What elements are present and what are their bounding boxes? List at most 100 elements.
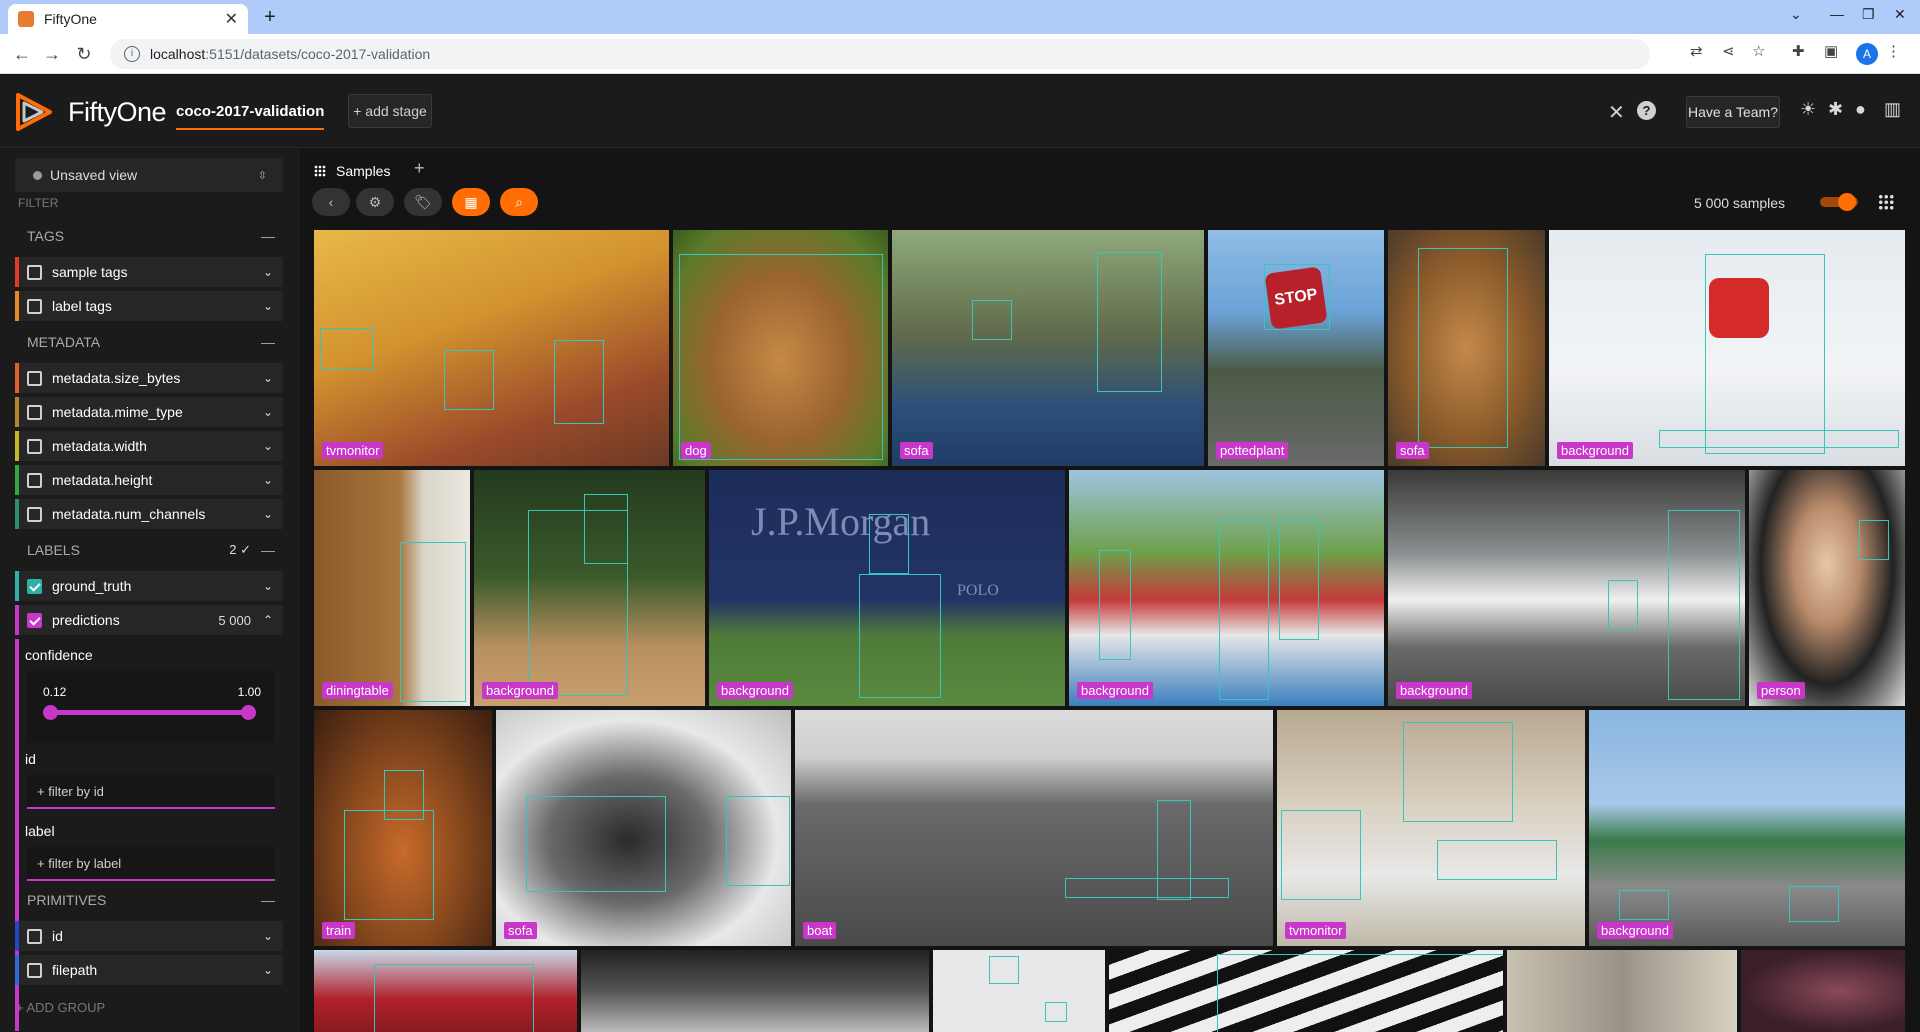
sample-tile[interactable]: diningtable xyxy=(314,470,470,706)
slider-min-handle[interactable] xyxy=(43,705,58,720)
collapse-icon[interactable]: — xyxy=(261,334,275,350)
sample-tile[interactable]: boat xyxy=(795,710,1273,946)
chevron-down-icon[interactable]: ⌄ xyxy=(263,299,273,313)
fiftyone-logo-icon[interactable] xyxy=(14,91,56,133)
sidebar-item-ground-truth[interactable]: ground_truth ⌄ xyxy=(15,571,283,601)
forward-icon[interactable]: → xyxy=(40,42,64,66)
sample-tile[interactable]: STOP pottedplant xyxy=(1208,230,1384,466)
back-icon[interactable]: ‹ xyxy=(312,188,350,216)
chevron-down-icon[interactable]: ⌄ xyxy=(263,405,273,419)
slider-handle[interactable] xyxy=(1838,193,1856,211)
checkbox[interactable] xyxy=(27,928,42,944)
chevron-down-icon[interactable]: ⌄ xyxy=(263,473,273,487)
collapse-icon[interactable]: — xyxy=(261,892,275,908)
sample-tile[interactable]: background xyxy=(1388,470,1745,706)
label-filter-input[interactable]: + filter by label xyxy=(27,847,275,881)
slack-icon[interactable]: ✱ xyxy=(1828,99,1843,120)
sidebar-item-size-bytes[interactable]: metadata.size_bytes ⌄ xyxy=(15,363,283,393)
checkbox[interactable] xyxy=(27,472,42,488)
saved-view-selector[interactable]: Unsaved view ⇳ xyxy=(15,158,283,192)
grid-options-icon[interactable] xyxy=(1878,194,1894,210)
profile-avatar[interactable]: A xyxy=(1856,43,1878,65)
sample-tile[interactable]: tvmonitor xyxy=(314,230,669,466)
add-panel-icon[interactable]: + xyxy=(414,158,425,179)
sample-tile[interactable]: background xyxy=(1549,230,1905,466)
patches-icon[interactable]: ▦ xyxy=(452,188,490,216)
new-tab-icon[interactable]: + xyxy=(258,6,282,30)
checkbox[interactable] xyxy=(27,962,42,978)
dataset-selector[interactable]: coco-2017-validation xyxy=(176,103,325,130)
brand-title[interactable]: FiftyOne xyxy=(68,97,167,128)
chevron-down-icon[interactable]: ⌄ xyxy=(263,579,273,593)
sample-tile[interactable]: background xyxy=(474,470,705,706)
chevron-down-icon[interactable]: ⌄ xyxy=(263,507,273,521)
add-stage-button[interactable]: + add stage xyxy=(348,94,432,128)
sample-tile[interactable]: background xyxy=(1589,710,1905,946)
sample-tile[interactable]: person xyxy=(1749,470,1905,706)
chevron-down-icon[interactable]: ⌄ xyxy=(263,371,273,385)
sidebar-item-mime-type[interactable]: metadata.mime_type ⌄ xyxy=(15,397,283,427)
sidebar-item-id[interactable]: id ⌄ xyxy=(15,921,283,951)
sidebar-item-width[interactable]: metadata.width ⌄ xyxy=(15,431,283,461)
labels-section-header[interactable]: LABELS 2 ✓ — xyxy=(15,535,283,565)
sidebar-item-filepath[interactable]: filepath ⌄ xyxy=(15,955,283,985)
bookmark-star-icon[interactable]: ☆ xyxy=(1752,42,1765,60)
tab-search-icon[interactable]: ⌄ xyxy=(1790,6,1802,23)
browser-tab[interactable]: FiftyOne ✕ xyxy=(8,4,248,34)
metadata-section-header[interactable]: METADATA — xyxy=(15,327,283,357)
checkbox[interactable] xyxy=(27,370,42,386)
translate-icon[interactable]: ⇄ xyxy=(1690,42,1703,60)
sample-tile[interactable]: J.P.Morgan POLO background xyxy=(709,470,1065,706)
settings-gear-icon[interactable]: ⚙ xyxy=(356,188,394,216)
checkbox[interactable] xyxy=(27,298,42,314)
sample-tile[interactable] xyxy=(314,950,577,1032)
theme-toggle-icon[interactable]: ☀ xyxy=(1800,99,1816,120)
chevron-down-icon[interactable]: ⌄ xyxy=(263,929,273,943)
confidence-slider[interactable]: 0.12 1.00 xyxy=(27,671,275,743)
tag-icon[interactable]: 🏷 xyxy=(404,188,442,216)
search-icon[interactable]: ⌕ xyxy=(500,188,538,216)
chevron-down-icon[interactable]: ⌄ xyxy=(263,265,273,279)
side-panel-icon[interactable]: ▣ xyxy=(1824,42,1838,60)
sample-tile[interactable]: sofa xyxy=(892,230,1204,466)
site-info-icon[interactable]: i xyxy=(124,46,140,62)
chevron-up-icon[interactable]: ⌃ xyxy=(263,613,273,627)
reload-icon[interactable]: ↻ xyxy=(72,42,96,66)
checkbox[interactable] xyxy=(27,438,42,454)
collapse-icon[interactable]: — xyxy=(261,228,275,244)
sample-tile[interactable] xyxy=(1741,950,1905,1032)
sample-tile[interactable]: background xyxy=(1069,470,1384,706)
sample-tile[interactable] xyxy=(581,950,929,1032)
add-group-button[interactable]: + ADD GROUP xyxy=(16,1000,105,1015)
browser-menu-icon[interactable]: ⋮ xyxy=(1886,42,1901,60)
clear-view-icon[interactable]: ✕ xyxy=(1608,100,1625,125)
sidebar-item-height[interactable]: metadata.height ⌄ xyxy=(15,465,283,495)
sample-tile[interactable]: tvmonitor xyxy=(1277,710,1585,946)
back-icon[interactable]: ← xyxy=(10,42,34,66)
have-a-team-button[interactable]: Have a Team? xyxy=(1686,96,1780,128)
checkbox[interactable] xyxy=(27,404,42,420)
tags-section-header[interactable]: TAGS — xyxy=(15,221,283,251)
id-filter-input[interactable]: + filter by id xyxy=(27,775,275,809)
docs-book-icon[interactable]: ▥ xyxy=(1884,99,1901,120)
sample-tile[interactable] xyxy=(933,950,1105,1032)
sidebar-item-predictions[interactable]: predictions 5 000 ⌃ xyxy=(15,605,283,635)
chevron-down-icon[interactable]: ⌄ xyxy=(263,963,273,977)
tab-samples[interactable]: Samples xyxy=(314,155,390,187)
checkbox-checked[interactable] xyxy=(27,612,42,628)
restore-icon[interactable]: ❐ xyxy=(1862,6,1875,23)
sample-tile[interactable] xyxy=(1109,950,1503,1032)
collapse-icon[interactable]: — xyxy=(261,542,275,558)
share-icon[interactable]: ⋖ xyxy=(1722,42,1735,60)
github-icon[interactable]: ● xyxy=(1855,99,1866,120)
sample-tile[interactable]: sofa xyxy=(1388,230,1545,466)
chevron-down-icon[interactable]: ⌄ xyxy=(263,439,273,453)
checkbox[interactable] xyxy=(27,264,42,280)
help-icon[interactable]: ? xyxy=(1637,101,1656,120)
checkbox[interactable] xyxy=(27,506,42,522)
extensions-icon[interactable]: ✚ xyxy=(1792,42,1805,60)
close-tab-icon[interactable]: ✕ xyxy=(225,9,238,29)
sample-tile[interactable]: train xyxy=(314,710,492,946)
zoom-slider[interactable] xyxy=(1820,193,1858,211)
slider-track[interactable] xyxy=(50,710,248,715)
